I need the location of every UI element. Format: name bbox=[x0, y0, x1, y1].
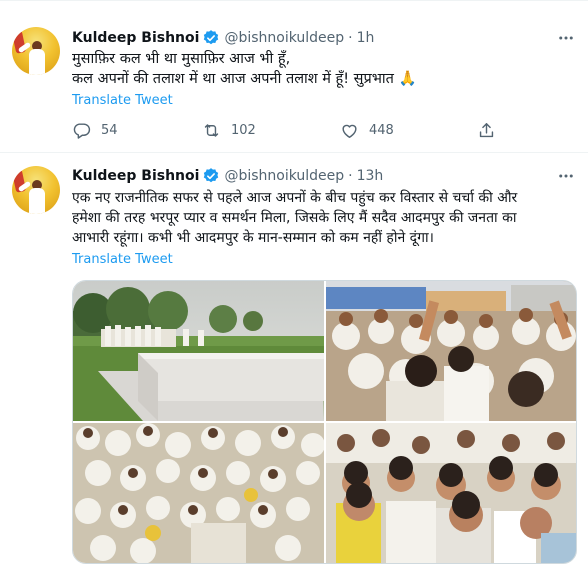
tweet[interactable]: Kuldeep Bishnoi @bishnoikuldeep · 1h मुस… bbox=[0, 0, 588, 153]
reply-button[interactable]: 54 bbox=[72, 119, 118, 141]
verified-badge-icon bbox=[204, 168, 219, 183]
like-count: 448 bbox=[369, 122, 394, 138]
author-name[interactable]: Kuldeep Bishnoi bbox=[72, 30, 199, 46]
photo-grid bbox=[72, 280, 577, 564]
tweet-text: एक नए राजनीतिक सफर से पहले आज अपनों के ब… bbox=[72, 188, 572, 248]
avatar[interactable] bbox=[12, 166, 60, 214]
retweet-icon bbox=[204, 123, 219, 137]
tweet-photo[interactable] bbox=[326, 281, 576, 421]
tweet-header: Kuldeep Bishnoi @bishnoikuldeep · 1h bbox=[72, 28, 374, 48]
author-handle[interactable]: @bishnoikuldeep bbox=[224, 30, 344, 46]
like-icon bbox=[342, 124, 357, 138]
tweet-photo[interactable] bbox=[73, 281, 324, 421]
tweet-text-line: हमेशा की तरह भरपूर प्यार व समर्थन मिला, … bbox=[72, 210, 517, 226]
tweet-photo[interactable] bbox=[326, 423, 576, 563]
timestamp[interactable]: 13h bbox=[357, 168, 384, 184]
verified-badge-icon bbox=[204, 30, 219, 45]
retweet-count: 102 bbox=[231, 122, 256, 138]
tweet[interactable]: Kuldeep Bishnoi @bishnoikuldeep · 13h एक… bbox=[0, 153, 588, 571]
tweet-text-line: कल अपनों की तलाश में था आज अपनी तलाश में… bbox=[72, 71, 417, 87]
tweet-text-line: मुसाफ़िर कल भी था मुसाफ़िर आज भी हूँ, bbox=[72, 51, 291, 67]
translate-tweet-link[interactable]: Translate Tweet bbox=[72, 93, 173, 108]
tweet-actions: 54 102 448 bbox=[72, 119, 502, 141]
translate-tweet-link[interactable]: Translate Tweet bbox=[72, 252, 173, 267]
reply-icon bbox=[73, 122, 91, 139]
author-name[interactable]: Kuldeep Bishnoi bbox=[72, 168, 199, 184]
avatar[interactable] bbox=[12, 27, 60, 75]
retweet-button[interactable]: 102 bbox=[202, 119, 256, 141]
tweet-text-line: एक नए राजनीतिक सफर से पहले आज अपनों के ब… bbox=[72, 190, 518, 206]
more-icon[interactable] bbox=[556, 28, 576, 48]
timestamp[interactable]: 1h bbox=[357, 30, 375, 46]
share-button[interactable] bbox=[477, 119, 506, 141]
share-icon bbox=[479, 122, 494, 137]
separator: · bbox=[348, 168, 353, 184]
tweet-text-line: आभारी रहूंगा। कभी भी आदमपुर के मान-सम्मा… bbox=[72, 230, 434, 246]
tweet-text: मुसाफ़िर कल भी था मुसाफ़िर आज भी हूँ, कल… bbox=[72, 49, 572, 89]
more-icon[interactable] bbox=[556, 166, 576, 186]
tweet-photo[interactable] bbox=[73, 423, 324, 563]
tweet-header: Kuldeep Bishnoi @bishnoikuldeep · 13h bbox=[72, 166, 383, 186]
like-button[interactable]: 448 bbox=[340, 119, 394, 141]
author-handle[interactable]: @bishnoikuldeep bbox=[224, 168, 344, 184]
separator: · bbox=[348, 30, 353, 46]
reply-count: 54 bbox=[101, 122, 118, 138]
